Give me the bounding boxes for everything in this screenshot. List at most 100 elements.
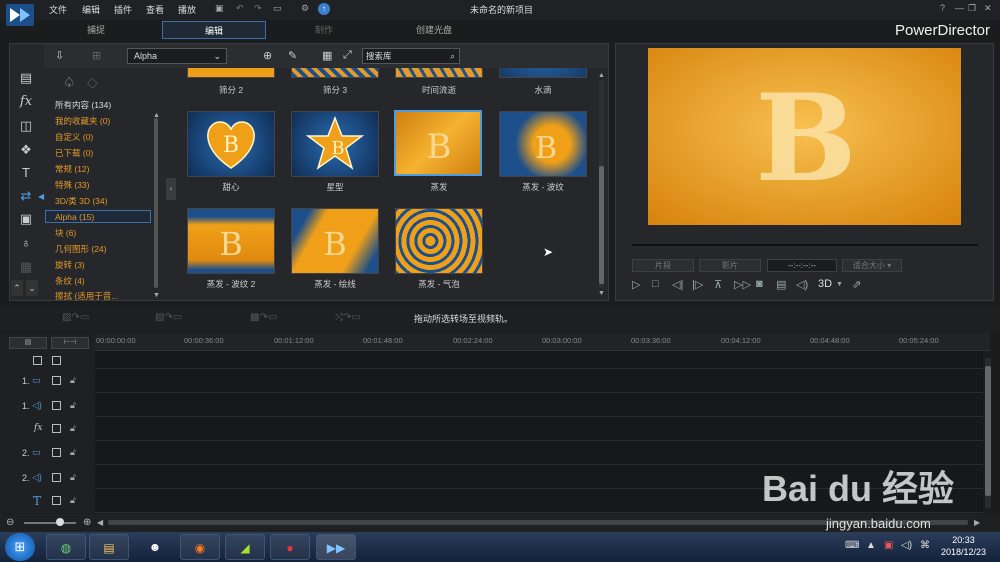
- previous-frame-icon[interactable]: ◁|: [672, 278, 683, 291]
- evaporate-bubble-transition-thumb[interactable]: [395, 208, 483, 274]
- audio-mix-room-icon[interactable]: ▣: [17, 211, 35, 227]
- category-item[interactable]: 块 (6): [55, 227, 76, 239]
- grid-scroll-down-icon[interactable]: ▼: [598, 290, 605, 297]
- scroll-left-icon[interactable]: ◀: [97, 518, 103, 527]
- fast-forward-icon[interactable]: ▷▷: [734, 278, 751, 291]
- play-icon[interactable]: ▷: [632, 278, 640, 291]
- category-item[interactable]: 已下载 (0): [55, 147, 93, 159]
- search-icon[interactable]: ⌕: [450, 49, 455, 63]
- track-enable-checkbox[interactable]: [52, 424, 61, 433]
- timeline-view-button[interactable]: ▤: [9, 337, 47, 349]
- aspect-ratio-icon[interactable]: ▭: [273, 3, 282, 14]
- title-room-icon[interactable]: T: [17, 165, 35, 181]
- save-icon[interactable]: ▣: [215, 3, 224, 14]
- menu-edit[interactable]: 编辑: [82, 3, 100, 16]
- lock-icon[interactable]: 🔓︎: [70, 472, 76, 483]
- particle-room-icon[interactable]: ❖: [17, 142, 35, 158]
- snapshot-camera-icon[interactable]: ◙: [756, 278, 763, 290]
- tracks-scrollbar[interactable]: [985, 358, 991, 508]
- fx-room-icon[interactable]: fx: [17, 94, 35, 110]
- scroll-right-icon[interactable]: ▶: [974, 518, 980, 527]
- lock-icon[interactable]: 🔓︎: [70, 400, 76, 411]
- star-transition-thumb[interactable]: B: [291, 111, 379, 177]
- category-item-selected[interactable]: Alpha (15): [45, 210, 151, 223]
- restore-icon[interactable]: ❐: [968, 3, 976, 14]
- scroll-down-arrow-icon[interactable]: ▼: [153, 292, 160, 299]
- firefox-icon[interactable]: ◉: [180, 534, 220, 560]
- storyboard-view-button[interactable]: ⊢⊣: [51, 337, 89, 349]
- scroll-down-icon[interactable]: ⌄: [26, 280, 38, 296]
- evaporate-line-transition-thumb[interactable]: B: [291, 208, 379, 274]
- remove-tag-icon[interactable]: ◇: [87, 74, 98, 91]
- apply-prefix-transition-icon[interactable]: ▨↷▭: [62, 312, 89, 323]
- category-item[interactable]: 3D/类 3D (34): [55, 195, 107, 207]
- edit-item-icon[interactable]: ✎: [288, 49, 297, 62]
- category-item[interactable]: 自定义 (0): [55, 131, 93, 143]
- undo-icon[interactable]: ↶: [236, 3, 244, 14]
- tracks-scrollbar-thumb[interactable]: [985, 366, 991, 496]
- collapse-panel-button[interactable]: ‹: [166, 178, 176, 200]
- track-row[interactable]: [95, 417, 983, 441]
- fit-size-dropdown[interactable]: 适合大小 ▾: [842, 259, 902, 272]
- menu-play[interactable]: 播放: [178, 3, 196, 16]
- 3d-mode-toggle[interactable]: 3D: [818, 278, 832, 290]
- clip-mode-button[interactable]: 片段: [632, 259, 694, 272]
- track-enable-checkbox[interactable]: [52, 496, 61, 505]
- minimize-icon[interactable]: —: [955, 3, 964, 13]
- zoom-in-icon[interactable]: ⊕: [83, 517, 91, 528]
- screen-recorder-icon[interactable]: ●: [270, 534, 310, 560]
- menu-file[interactable]: 文件: [49, 3, 67, 16]
- track-enable-checkbox[interactable]: [52, 401, 61, 410]
- grid-view-icon[interactable]: ▦: [322, 49, 332, 62]
- random-transition-icon[interactable]: ⤭↷▭: [335, 312, 361, 323]
- new-item-icon[interactable]: ⊕: [263, 49, 272, 62]
- category-item[interactable]: 特殊 (33): [55, 179, 89, 191]
- track-row[interactable]: [95, 351, 983, 369]
- redo-icon[interactable]: ↷: [254, 3, 262, 14]
- timeline-ruler[interactable]: 00:00:00:00 00:00:36:00 00:01:12:00 00:0…: [95, 333, 990, 351]
- category-scrollbar[interactable]: [154, 118, 158, 288]
- tab-create-disc[interactable]: 创建光盘: [382, 21, 486, 39]
- file-explorer-icon[interactable]: ▤: [89, 534, 129, 560]
- settings-gear-icon[interactable]: ⚙: [301, 3, 309, 14]
- library-search-input[interactable]: 搜索库 ⌕: [362, 48, 460, 64]
- tab-edit[interactable]: 编辑: [162, 21, 266, 39]
- scroll-up-arrow-icon[interactable]: ▲: [153, 112, 160, 119]
- transition-type-dropdown[interactable]: Alpha ⌄: [127, 48, 227, 64]
- lock-icon[interactable]: 🔓︎: [70, 423, 76, 434]
- start-button[interactable]: ⊞: [5, 533, 35, 561]
- zoom-slider-handle[interactable]: [56, 518, 64, 526]
- zoom-out-icon[interactable]: ⊖: [6, 517, 14, 528]
- all-tracks-checkbox[interactable]: [33, 356, 42, 365]
- evaporate-transition-thumb-selected[interactable]: B: [394, 110, 482, 176]
- transition-thumb[interactable]: [395, 68, 483, 78]
- powerdirector-taskbar-icon[interactable]: ▶▶: [316, 534, 356, 560]
- tab-capture[interactable]: 捕捉: [44, 21, 148, 39]
- volume-icon[interactable]: ◁): [796, 278, 808, 291]
- resize-icon[interactable]: ⤢: [343, 49, 352, 62]
- upload-icon[interactable]: ↑: [318, 3, 330, 15]
- track-enable-checkbox[interactable]: [52, 448, 61, 457]
- evaporate-ripple2-transition-thumb[interactable]: B: [187, 208, 275, 274]
- voiceover-microphone-icon[interactable]: ♁: [17, 235, 35, 251]
- media-room-icon[interactable]: ▤: [17, 70, 35, 86]
- zoom-slider[interactable]: [24, 522, 76, 524]
- scroll-up-icon[interactable]: ⌃: [11, 280, 23, 296]
- heart-transition-thumb[interactable]: B: [187, 111, 275, 177]
- lock-icon[interactable]: 🔓︎: [70, 375, 76, 386]
- category-item[interactable]: 条纹 (4): [55, 275, 85, 287]
- menu-plugins[interactable]: 插件: [114, 3, 132, 16]
- timecode-display[interactable]: --:--:--:--: [767, 259, 837, 272]
- track-row[interactable]: [95, 393, 983, 417]
- browser-360-icon[interactable]: ◍: [46, 534, 86, 560]
- grid-scrollbar-track[interactable]: [599, 80, 604, 288]
- import-media-icon[interactable]: ⇩: [55, 49, 64, 62]
- track-enable-checkbox[interactable]: [52, 376, 61, 385]
- help-icon[interactable]: ?: [940, 3, 945, 13]
- category-item[interactable]: 擦拭 (适用于音...: [55, 290, 145, 302]
- apply-postfix-transition-icon[interactable]: ▨↷▭: [155, 312, 182, 323]
- 3d-dropdown-arrow-icon[interactable]: ▼: [836, 281, 843, 288]
- category-item[interactable]: 我的收藏夹 (0): [55, 115, 110, 127]
- next-frame-icon[interactable]: |▷: [692, 278, 703, 291]
- grid-scroll-up-icon[interactable]: ▲: [598, 72, 605, 79]
